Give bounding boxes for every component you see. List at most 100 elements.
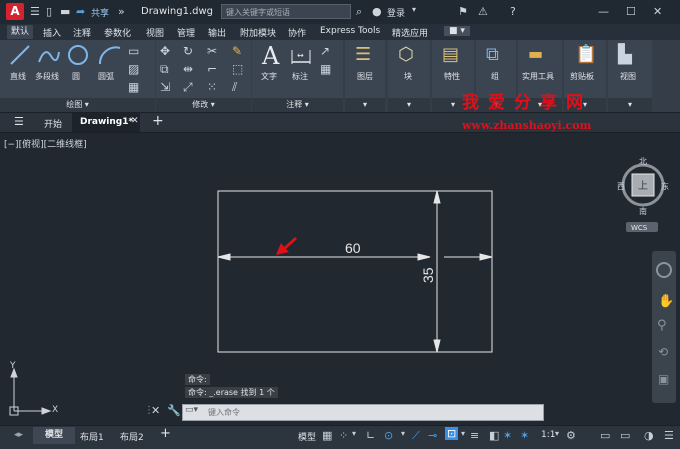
layers-panel-dropdown[interactable]: ▾ — [345, 98, 385, 112]
dropdown-chevron-icon[interactable]: » — [118, 5, 125, 18]
osnap-track-icon[interactable]: ⊸ — [428, 429, 437, 442]
search-icon[interactable]: ⌕ — [356, 5, 362, 19]
login-dropdown-icon[interactable]: ▾ — [412, 5, 416, 14]
cart-icon[interactable]: ⚑ — [458, 5, 468, 18]
tab-manage[interactable]: 管理 — [177, 26, 195, 39]
line-tool-label[interactable]: 直线 — [10, 71, 26, 82]
rectangle-tool-icon[interactable]: ▭ — [128, 44, 139, 58]
lineweight-icon[interactable]: ≡ — [470, 429, 479, 442]
customize-icon[interactable]: 🔧 — [167, 404, 181, 417]
tab-annotate[interactable]: 注释 — [73, 26, 91, 39]
menu-icon[interactable]: ☰ — [30, 5, 40, 18]
modify-panel-title[interactable]: 修改 ▾ — [156, 98, 251, 112]
clipboard-label[interactable]: 剪贴板 — [570, 71, 594, 82]
annotation-scale[interactable]: 1:1 — [541, 430, 555, 440]
array-tool-icon[interactable]: ⁙ — [207, 80, 217, 94]
groups-label[interactable]: 组 — [491, 71, 499, 82]
mirror-tool-icon[interactable]: ⇹ — [183, 62, 193, 76]
offset-tool-icon[interactable]: ⫽ — [232, 80, 237, 95]
customization-icon[interactable]: ☰ — [664, 429, 674, 442]
tab-view[interactable]: 视图 — [146, 26, 164, 39]
arc-tool-icon[interactable] — [98, 44, 122, 66]
new-tab-icon[interactable]: + — [152, 113, 164, 129]
open-folder-icon[interactable]: ▬ — [60, 5, 70, 18]
tab-output[interactable]: 输出 — [208, 26, 226, 39]
autoscale-icon[interactable]: ✶ — [520, 429, 529, 442]
clean-screen-icon[interactable]: ▭ — [620, 429, 630, 442]
erase-tool-icon[interactable]: ✎ — [232, 44, 242, 58]
model-layout-tab[interactable]: 模型 — [33, 427, 76, 444]
new-file-icon[interactable]: ▯ — [46, 5, 52, 18]
circle-tool-icon[interactable] — [67, 44, 89, 66]
utilities-label[interactable]: 实用工具 — [522, 71, 554, 82]
share-label[interactable]: 共享 — [91, 6, 109, 19]
ribbon-toggle-icon[interactable]: ■ ▾ — [444, 26, 470, 36]
layout2-tab[interactable]: 布局2 — [120, 430, 144, 443]
fillet-tool-icon[interactable]: ⌐ — [207, 62, 217, 76]
help-icon[interactable]: ? — [510, 5, 516, 18]
file-menu-icon[interactable]: ☰ — [14, 115, 24, 128]
block-label[interactable]: 块 — [404, 71, 412, 82]
tab-collaborate[interactable]: 协作 — [288, 26, 306, 39]
snap-dropdown-icon[interactable]: ▾ — [352, 429, 356, 438]
layers-label[interactable]: 图层 — [357, 71, 373, 82]
tab-parametric[interactable]: 参数化 — [104, 26, 131, 39]
polar-dropdown-icon[interactable]: ▾ — [401, 429, 405, 438]
isodraft-icon[interactable]: ⟋ — [412, 429, 420, 443]
app-logo-icon[interactable]: A — [6, 3, 24, 20]
polyline-tool-label[interactable]: 多段线 — [35, 71, 59, 82]
osnap-dropdown-icon[interactable]: ▾ — [461, 429, 465, 438]
leader-tool-icon[interactable]: ↗ — [320, 44, 330, 58]
view-panel-dropdown[interactable]: ▾ — [608, 98, 652, 112]
text-tool-label[interactable]: 文字 — [261, 71, 277, 82]
copy-tool-icon[interactable]: ⧉ — [160, 62, 169, 77]
properties-icon[interactable]: ▤ — [442, 44, 459, 65]
hatch-tool-icon[interactable]: ▨ — [128, 62, 139, 76]
line-tool-icon[interactable] — [9, 44, 31, 66]
text-tool-icon[interactable]: A — [262, 42, 279, 70]
polyline-tool-icon[interactable] — [37, 44, 61, 66]
connect-icon[interactable]: ⚠ — [478, 5, 488, 18]
login-button[interactable]: 登录 — [387, 6, 405, 19]
layers-icon[interactable]: ☰ — [355, 44, 371, 65]
explode-tool-icon[interactable]: ⬚ — [232, 62, 243, 76]
trim-tool-icon[interactable]: ✂ — [207, 44, 217, 58]
user-icon[interactable]: ● — [372, 5, 382, 18]
layout-scroll-icon[interactable]: ◂▸ — [14, 430, 23, 440]
stretch-tool-icon[interactable]: ⇲ — [160, 80, 170, 94]
ortho-icon[interactable]: ∟ — [366, 429, 375, 442]
tab-insert[interactable]: 插入 — [43, 26, 61, 39]
close-document-icon[interactable]: ✕ — [131, 116, 139, 126]
tab-default[interactable]: 默认 — [7, 25, 34, 39]
snap-icon[interactable]: ⁘ — [339, 429, 348, 442]
maximize-icon[interactable]: ☐ — [626, 5, 636, 18]
hardware-acceleration-icon[interactable]: ▭ — [600, 429, 610, 442]
move-tool-icon[interactable]: ✥ — [160, 44, 170, 58]
view-icon[interactable]: ▙ — [618, 44, 632, 65]
gradient-tool-icon[interactable]: ▦ — [128, 80, 139, 94]
clipboard-icon[interactable]: 📋 — [575, 44, 597, 65]
layout1-tab[interactable]: 布局1 — [80, 430, 104, 443]
block-icon[interactable]: ⬡ — [398, 44, 414, 65]
transparency-icon[interactable]: ◧ — [489, 429, 499, 442]
scale-dropdown-icon[interactable]: ▾ — [555, 429, 559, 438]
arc-tool-label[interactable]: 圆弧 — [98, 71, 114, 82]
polar-icon[interactable]: ⊙ — [384, 429, 393, 442]
annotation-panel-title[interactable]: 注释 ▾ — [252, 98, 343, 112]
model-space-button[interactable]: 模型 — [298, 430, 316, 443]
active-document-tab[interactable]: Drawing1* — [72, 113, 140, 132]
draw-panel-title[interactable]: 绘图 ▾ — [0, 98, 155, 112]
command-prompt-icon[interactable]: ▭▾ — [185, 405, 198, 415]
command-close-icon[interactable]: ✕ — [151, 404, 160, 417]
table-tool-icon[interactable]: ▦ — [320, 62, 331, 76]
view-label[interactable]: 视图 — [620, 71, 636, 82]
dimension-tool-icon[interactable]: ↔ — [290, 46, 312, 66]
annotation-visibility-icon[interactable]: ✶ — [503, 429, 512, 442]
block-panel-dropdown[interactable]: ▾ — [388, 98, 430, 112]
new-layout-icon[interactable]: + — [160, 426, 171, 441]
properties-label[interactable]: 特性 — [444, 71, 460, 82]
osnap-icon[interactable]: ⊡ — [445, 427, 459, 440]
start-tab[interactable]: 开始 — [44, 117, 62, 130]
tab-featured-apps[interactable]: 精选应用 — [392, 26, 428, 39]
grid-icon[interactable]: ▦ — [322, 429, 332, 442]
